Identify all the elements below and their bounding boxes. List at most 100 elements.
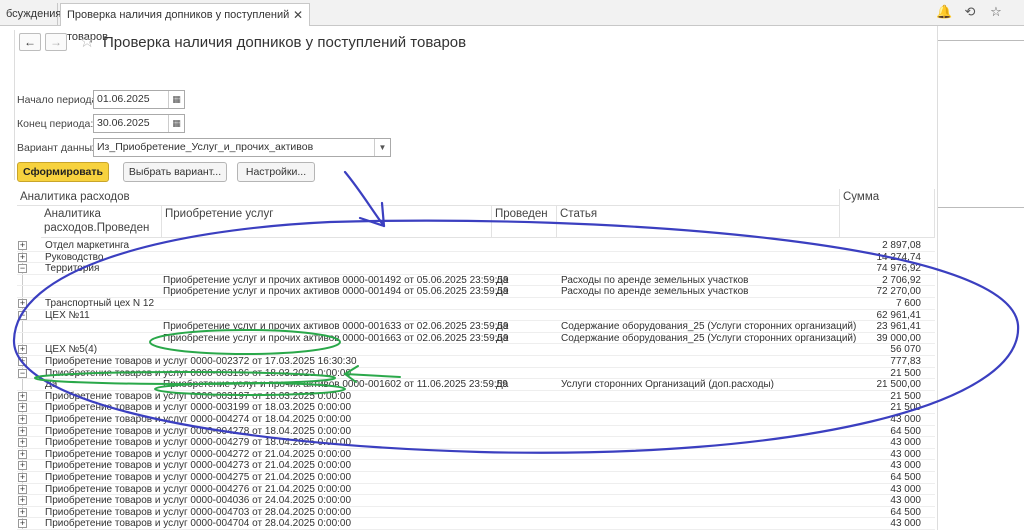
cell-analytics: Отдел маркетинга bbox=[45, 240, 130, 251]
close-icon[interactable]: ✕ bbox=[293, 4, 303, 26]
table-row[interactable]: + Руководство 14 274,74 bbox=[17, 252, 935, 264]
generate-button[interactable]: Сформировать bbox=[17, 162, 109, 182]
cell-service-purchase: Приобретение услуг и прочих активов 0000… bbox=[163, 321, 509, 333]
table-row[interactable]: + Приобретение товаров и услуг 0000-00427… bbox=[17, 426, 935, 438]
star-icon[interactable]: ☆ bbox=[988, 4, 1004, 20]
data-variant-select[interactable]: Из_Приобретение_Услуг_и_прочих_активов ▼ bbox=[93, 138, 391, 157]
table-row[interactable]: + Отдел маркетинга 2 897,08 bbox=[17, 240, 935, 252]
period-start-input[interactable]: 01.06.2025 ▦ bbox=[93, 90, 185, 109]
expand-toggle-icon[interactable]: + bbox=[18, 449, 27, 459]
cell-sum: 72 270,00 bbox=[876, 286, 922, 298]
table-row[interactable]: − Территория 74 976,92 bbox=[17, 263, 935, 275]
cell-article: Расходы по аренде земельных участков bbox=[561, 274, 749, 286]
cell-sum: 43 000 bbox=[890, 460, 921, 472]
left-divider bbox=[14, 30, 15, 180]
cell-sum: 21 500 bbox=[890, 390, 921, 402]
expand-toggle-icon[interactable]: + bbox=[18, 484, 27, 494]
tab-report[interactable]: Проверка наличия допников у поступлений … bbox=[60, 3, 310, 43]
calendar-icon[interactable]: ▦ bbox=[168, 115, 184, 132]
cell-analytics: Приобретение товаров и услуг 0000-003196… bbox=[45, 367, 352, 379]
cell-sum: 23 961,41 bbox=[876, 321, 922, 333]
table-row[interactable]: + Приобретение товаров и услуг 0000-00427… bbox=[17, 437, 935, 449]
table-row[interactable]: + Приобретение товаров и услуг 0000-00427… bbox=[17, 414, 935, 426]
settings-button[interactable]: Настройки... bbox=[237, 162, 315, 182]
choose-variant-button[interactable]: Выбрать вариант... bbox=[123, 162, 227, 182]
table-row[interactable]: + ЦЕХ №5(4) 56 070 bbox=[17, 344, 935, 356]
table-row[interactable]: + Приобретение товаров и услуг 0000-00427… bbox=[17, 472, 935, 484]
cell-service-purchase: Приобретение услуг и прочих активов 0000… bbox=[163, 274, 509, 286]
table-row[interactable]: − ЦЕХ №11 62 961,41 bbox=[17, 310, 935, 322]
expand-toggle-icon[interactable]: + bbox=[18, 438, 27, 448]
cell-sum: 2 706,92 bbox=[882, 274, 921, 286]
expand-toggle-icon[interactable]: + bbox=[18, 357, 27, 366]
chevron-down-icon[interactable]: ▼ bbox=[374, 139, 390, 156]
expand-toggle-icon[interactable]: + bbox=[18, 461, 27, 471]
table-row[interactable]: Приобретение услуг и прочих активов 0000… bbox=[17, 275, 935, 287]
cell-analytics: Транспортный цех N 12 bbox=[45, 298, 155, 309]
cell-posted: Да bbox=[496, 274, 509, 286]
expand-toggle-icon[interactable]: + bbox=[18, 519, 27, 529]
table-row[interactable]: + Приобретение товаров и услуг 0000-00319… bbox=[17, 402, 935, 414]
table-row[interactable]: + Приобретение товаров и услуг 0000-00470… bbox=[17, 507, 935, 519]
cell-analytics: ЦЕХ №11 bbox=[45, 309, 90, 321]
cell-sum: 64 500 bbox=[890, 506, 921, 518]
history-icon[interactable]: ⟲ bbox=[962, 4, 978, 20]
cell-analytics: Приобретение товаров и услуг 0000-003197… bbox=[45, 390, 352, 402]
expand-toggle-icon[interactable]: + bbox=[18, 299, 27, 308]
expand-toggle-icon[interactable]: + bbox=[18, 403, 27, 413]
favorite-star-icon[interactable]: ☆ bbox=[79, 31, 95, 52]
table-row[interactable]: − Приобретение товаров и услуг 0000-00319… bbox=[17, 368, 935, 380]
tab-label: бсуждения bbox=[6, 8, 62, 20]
bell-icon[interactable]: 🔔 bbox=[936, 4, 952, 20]
table-row[interactable]: + Приобретение товаров и услуг 0000-00427… bbox=[17, 460, 935, 472]
cell-posted: Да bbox=[496, 286, 509, 298]
cell-sum: 74 976,92 bbox=[876, 263, 922, 275]
cell-analytics: Приобретение товаров и услуг 0000-004036… bbox=[45, 495, 352, 507]
header-article: Статья bbox=[557, 206, 840, 238]
table-row[interactable]: Приобретение услуг и прочих активов 0000… bbox=[17, 321, 935, 333]
calendar-icon[interactable]: ▦ bbox=[168, 91, 184, 108]
expand-toggle-icon[interactable]: + bbox=[18, 507, 27, 517]
table-row[interactable]: + Приобретение товаров и услуг 0000-00403… bbox=[17, 495, 935, 507]
header-expense-analytics: Аналитика расходов bbox=[17, 189, 840, 206]
cell-sum: 21 500 bbox=[890, 367, 921, 379]
report-spreadsheet[interactable]: Аналитика расходов Сумма Аналитика расхо… bbox=[17, 189, 935, 530]
expand-toggle-icon[interactable]: + bbox=[18, 241, 27, 250]
cell-analytics: Приобретение товаров и услуг 0000-004274… bbox=[45, 414, 352, 425]
expand-toggle-icon[interactable]: + bbox=[18, 473, 27, 482]
cell-posted: Да bbox=[496, 321, 509, 333]
table-row[interactable]: + Приобретение товаров и услуг 0000-00427… bbox=[17, 484, 935, 496]
period-end-input[interactable]: 30.06.2025 ▦ bbox=[93, 114, 185, 133]
cell-analytics: Приобретение товаров и услуг 0000-004275… bbox=[45, 472, 352, 483]
table-row[interactable]: Приобретение услуг и прочих активов 0000… bbox=[17, 286, 935, 298]
cell-analytics: ЦЕХ №5(4) bbox=[45, 344, 98, 356]
cell-sum: 64 500 bbox=[890, 425, 921, 437]
tab-strip: бсуждения Проверка наличия допников у по… bbox=[0, 0, 1024, 43]
expand-toggle-icon[interactable]: + bbox=[18, 345, 27, 355]
expand-toggle-icon[interactable]: − bbox=[18, 310, 27, 320]
expand-toggle-icon[interactable]: + bbox=[18, 415, 27, 424]
cell-analytics: Приобретение товаров и услуг 0000-004276… bbox=[45, 483, 352, 495]
arrow-right-icon: → bbox=[50, 35, 62, 49]
cell-analytics: Да bbox=[45, 379, 58, 391]
expand-toggle-icon[interactable]: + bbox=[18, 496, 27, 506]
table-row[interactable]: + Приобретение товаров и услуг 0000-00237… bbox=[17, 356, 935, 368]
expand-toggle-icon[interactable]: + bbox=[18, 252, 27, 262]
expand-toggle-icon[interactable]: − bbox=[18, 264, 27, 274]
period-end-value: 30.06.2025 bbox=[97, 117, 150, 129]
expand-toggle-icon[interactable]: + bbox=[18, 391, 27, 401]
table-row[interactable]: Да Приобретение услуг и прочих активов 00… bbox=[17, 379, 935, 391]
expand-toggle-icon[interactable]: + bbox=[18, 426, 27, 436]
tab-discussions[interactable]: бсуждения bbox=[0, 3, 62, 26]
table-row[interactable]: + Приобретение товаров и услуг 0000-00427… bbox=[17, 449, 935, 461]
table-row[interactable]: + Приобретение товаров и услуг 0000-00319… bbox=[17, 391, 935, 403]
expand-toggle-icon[interactable]: − bbox=[18, 368, 27, 378]
forward-button[interactable]: → bbox=[45, 33, 67, 51]
cell-service-purchase: Приобретение услуг и прочих активов 0000… bbox=[163, 379, 508, 391]
back-button[interactable]: ← bbox=[19, 33, 41, 51]
table-row[interactable]: Приобретение услуг и прочих активов 0000… bbox=[17, 333, 935, 345]
data-variant-label: Вариант данных: bbox=[17, 142, 101, 154]
table-row[interactable]: + Приобретение товаров и услуг 0000-00470… bbox=[17, 518, 935, 530]
table-row[interactable]: + Транспортный цех N 12 7 600 bbox=[17, 298, 935, 310]
cell-sum: 43 000 bbox=[890, 518, 921, 530]
